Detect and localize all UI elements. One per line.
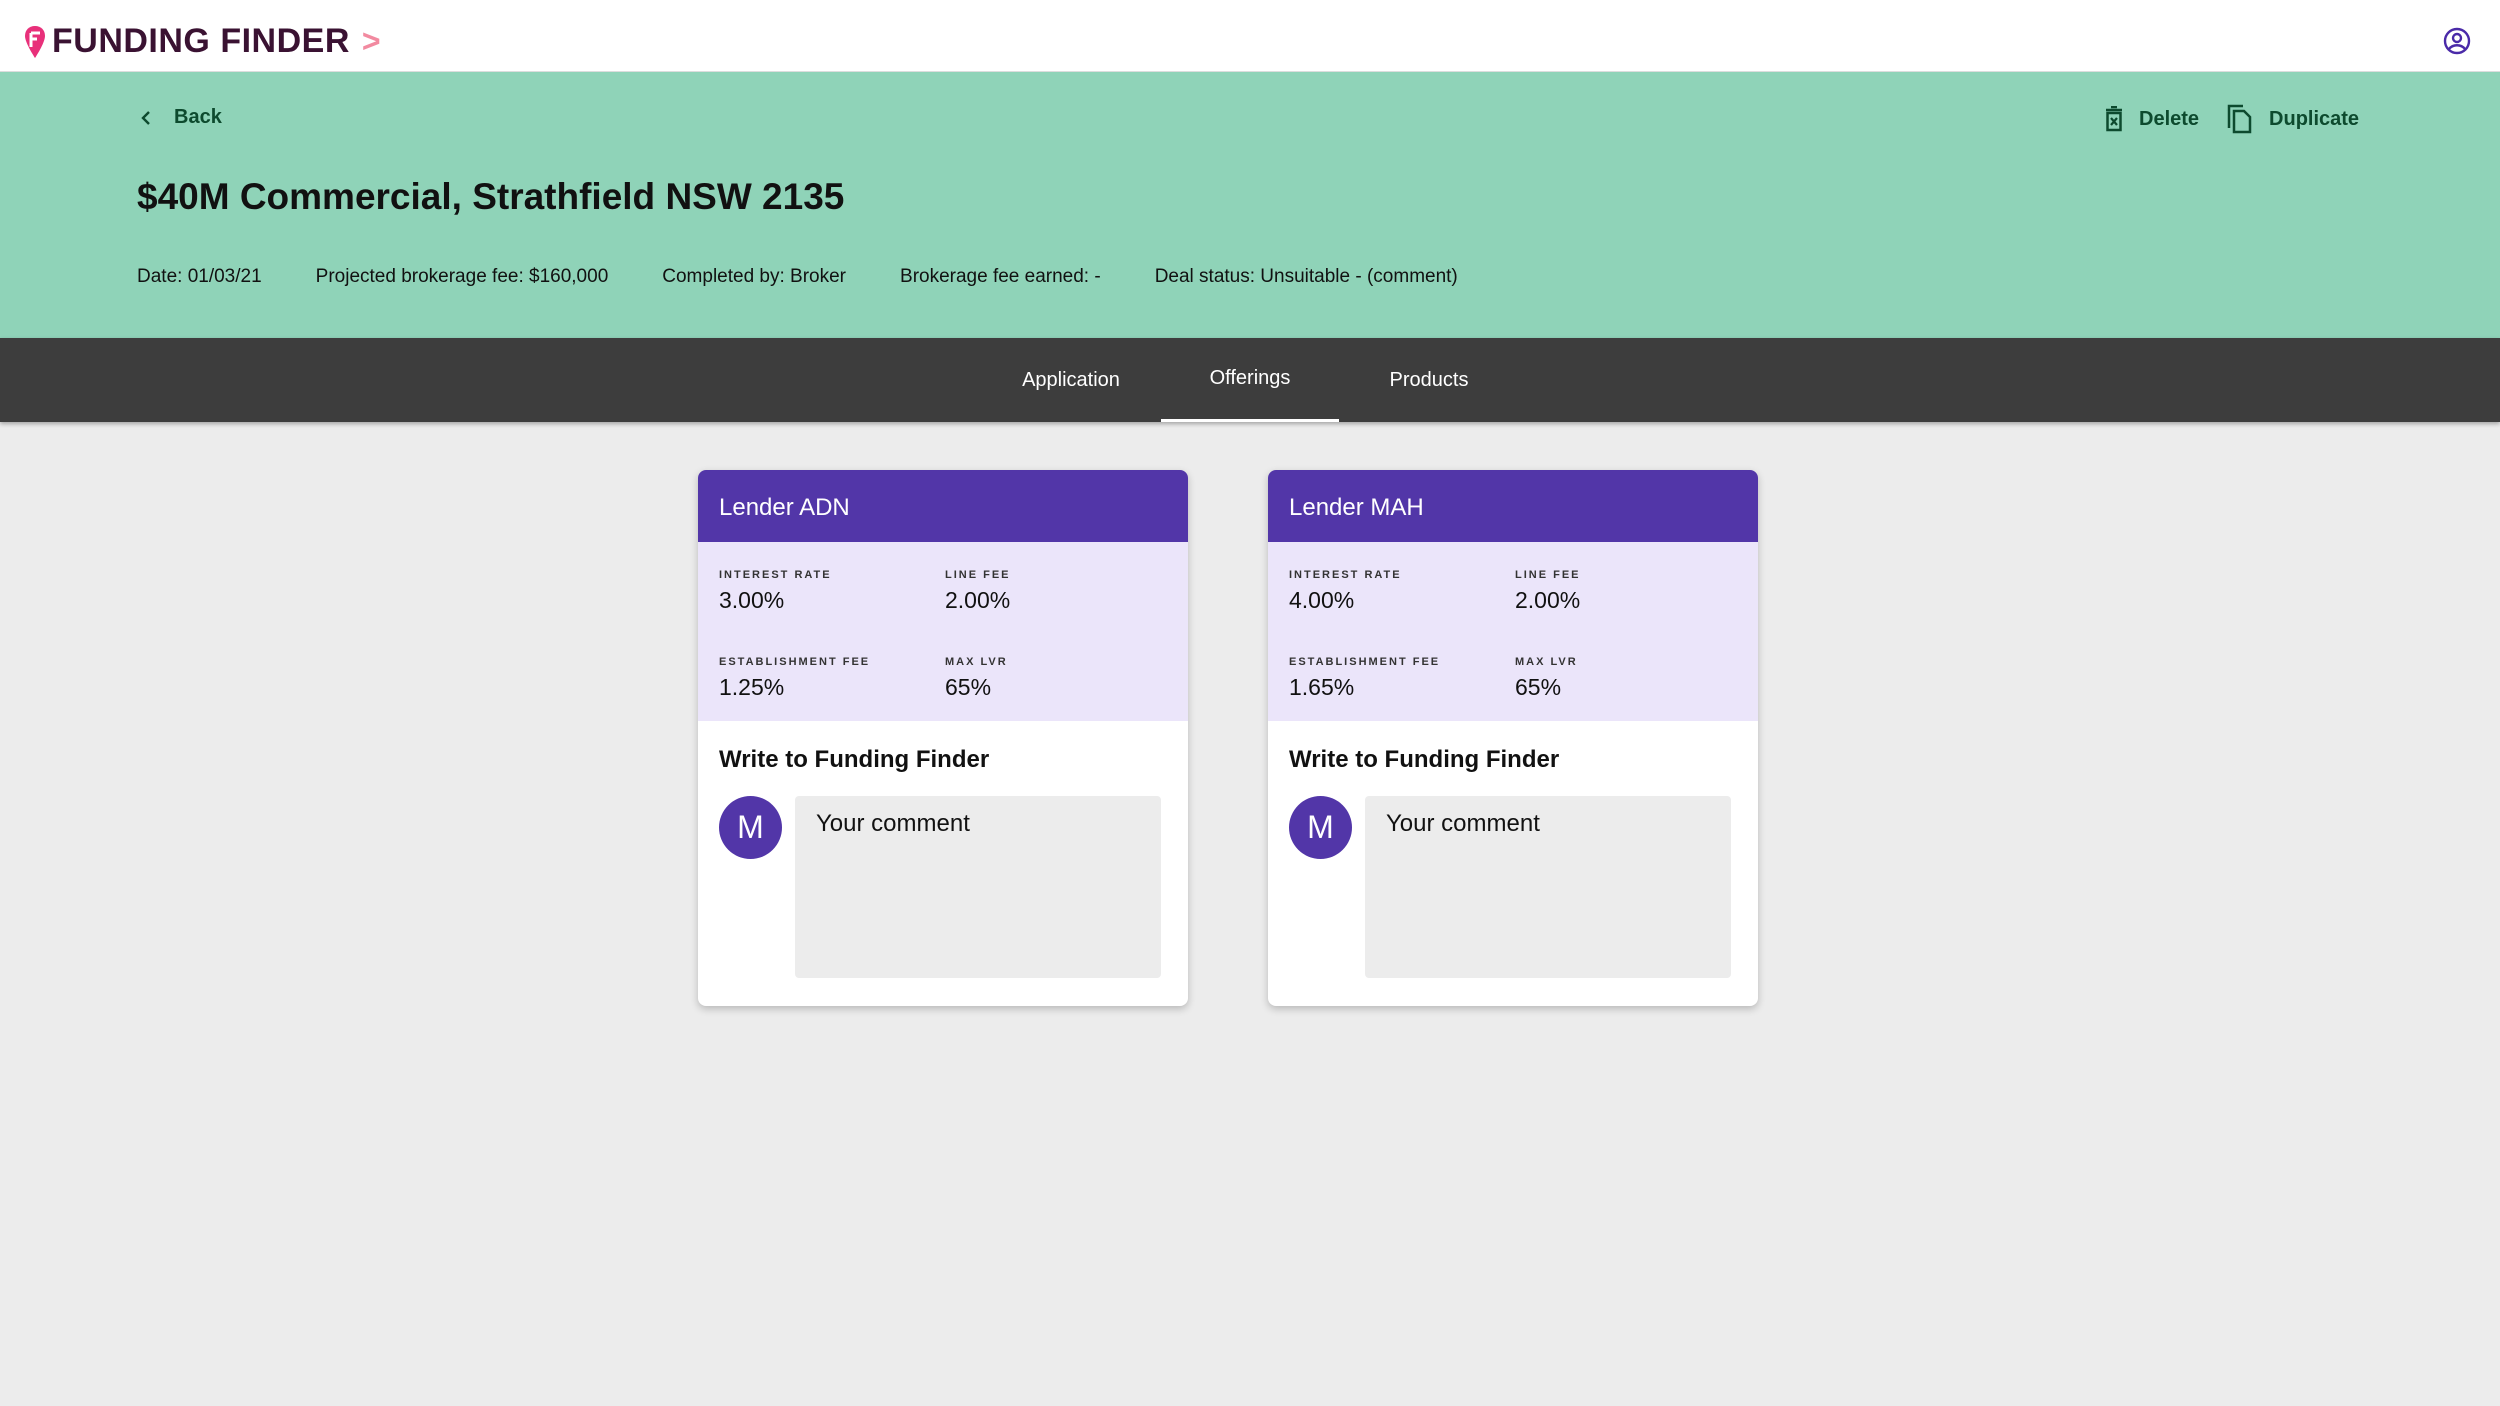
line-fee-label: LINE FEE bbox=[945, 569, 1011, 581]
tab-products[interactable]: Products bbox=[1340, 338, 1518, 422]
interest-rate-value: 4.00% bbox=[1289, 587, 1355, 613]
establishment-fee-label: ESTABLISHMENT FEE bbox=[1289, 656, 1441, 668]
avatar: M bbox=[1289, 796, 1352, 859]
delete-button[interactable]: Delete bbox=[2105, 106, 2199, 132]
completed-by: Completed by: Broker bbox=[662, 266, 847, 287]
brand-name: FUNDING FINDER bbox=[52, 22, 350, 60]
user-circle-icon bbox=[2443, 27, 2471, 55]
chevron-left-icon bbox=[141, 110, 150, 125]
avatar: M bbox=[719, 796, 782, 859]
lender-name: Lender MAH bbox=[1268, 470, 1758, 542]
establishment-fee-value: 1.65% bbox=[1289, 674, 1355, 700]
projected-fee: Projected brokerage fee: $160,000 bbox=[315, 266, 609, 287]
max-lvr-value: 65% bbox=[1515, 674, 1562, 700]
duplicate-label: Duplicate bbox=[2269, 107, 2360, 130]
max-lvr-label: MAX LVR bbox=[1515, 656, 1578, 668]
brand-chevron: > bbox=[361, 23, 381, 59]
max-lvr-value: 65% bbox=[945, 674, 992, 700]
interest-rate-label: INTEREST RATE bbox=[1289, 569, 1402, 581]
trash-icon bbox=[2106, 106, 2122, 132]
delete-label: Delete bbox=[2139, 107, 2200, 130]
interest-rate-label: INTEREST RATE bbox=[719, 569, 832, 581]
tab-application[interactable]: Application bbox=[982, 338, 1160, 422]
tab-offerings[interactable]: Offerings bbox=[1161, 338, 1339, 422]
comment-input[interactable]: Your comment bbox=[1365, 796, 1731, 978]
top-bar: FUNDING FINDER > bbox=[0, 0, 2500, 72]
line-fee-label: LINE FEE bbox=[1515, 569, 1581, 581]
funding-finder-logo-icon bbox=[25, 25, 45, 58]
offer-card: Lender ADN INTEREST RATE 3.00% LINE FEE 2.… bbox=[698, 470, 1188, 1006]
establishment-fee-value: 1.25% bbox=[719, 674, 785, 700]
copy-icon bbox=[2227, 104, 2252, 134]
lender-name: Lender ADN bbox=[698, 470, 1188, 542]
tab-bar: Application Offerings Products bbox=[0, 338, 2500, 422]
interest-rate-value: 3.00% bbox=[719, 587, 785, 613]
user-account-button[interactable] bbox=[2443, 27, 2471, 60]
back-button[interactable]: Back bbox=[140, 106, 222, 129]
deal-date: Date: 01/03/21 bbox=[137, 266, 262, 287]
line-fee-value: 2.00% bbox=[945, 587, 1011, 613]
deal-meta: Date: 01/03/21 Projected brokerage fee: … bbox=[137, 266, 1512, 288]
page-title: $40M Commercial, Strathfield NSW 2135 bbox=[137, 176, 845, 217]
deal-status: Deal status: Unsuitable - (comment) bbox=[1154, 266, 1458, 287]
comment-input[interactable]: Your comment bbox=[795, 796, 1161, 978]
establishment-fee-label: ESTABLISHMENT FEE bbox=[719, 656, 871, 668]
offer-card: Lender MAH INTEREST RATE 4.00% LINE FEE 2.… bbox=[1268, 470, 1758, 1006]
line-fee-value: 2.00% bbox=[1515, 587, 1581, 613]
write-heading: Write to Funding Finder bbox=[1289, 746, 1560, 773]
fee-earned: Brokerage fee earned: - bbox=[900, 266, 1101, 287]
write-heading: Write to Funding Finder bbox=[719, 746, 990, 773]
logo[interactable]: FUNDING FINDER > bbox=[24, 22, 381, 61]
back-label: Back bbox=[174, 106, 222, 128]
max-lvr-label: MAX LVR bbox=[945, 656, 1008, 668]
duplicate-button[interactable]: Duplicate bbox=[2227, 104, 2359, 134]
